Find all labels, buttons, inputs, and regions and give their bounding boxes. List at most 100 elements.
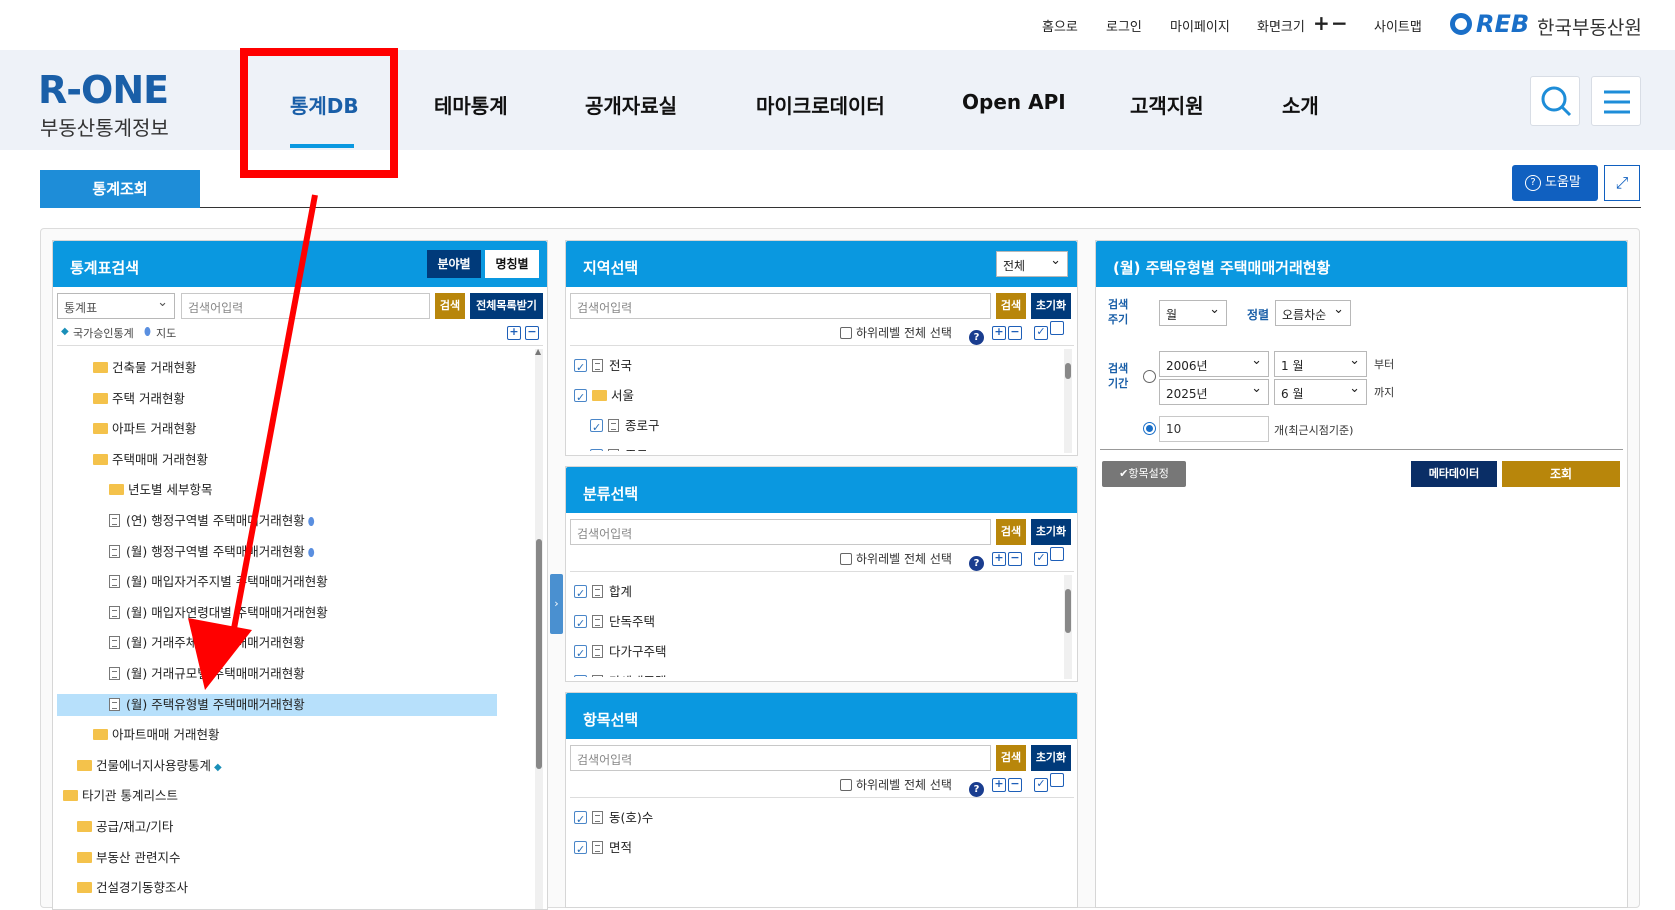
from-year-select[interactable]: 2006년	[1159, 351, 1269, 377]
class-search-button[interactable]: 검색	[996, 519, 1026, 545]
region-scrollbar[interactable]	[1064, 349, 1072, 453]
sitemap-link[interactable]: 사이트맵	[1374, 16, 1422, 35]
region-reset-button[interactable]: 초기화	[1031, 293, 1071, 319]
rone-logo[interactable]: R-ONE	[38, 68, 169, 112]
item-item[interactable]: 동(호)수	[574, 807, 653, 831]
tree-folder[interactable]: 건축물 거래현황	[93, 357, 196, 379]
region-search-input[interactable]: 검색어입력	[570, 293, 991, 319]
by-field-button[interactable]: 분야별	[427, 250, 481, 278]
collapse-all-icon[interactable]: −	[523, 321, 539, 340]
by-name-button[interactable]: 명칭별	[485, 250, 539, 278]
region-search-button[interactable]: 검색	[996, 293, 1026, 319]
expand-icon[interactable]: + −	[990, 547, 1022, 566]
period-radio[interactable]	[1143, 370, 1156, 383]
tree-folder[interactable]: 건물에너지사용량통계 ◆	[77, 755, 222, 777]
checkbox[interactable]	[574, 613, 587, 635]
nav-microdata[interactable]: 마이크로데이터	[756, 90, 885, 119]
class-sub-all[interactable]: 하위레벨 전체 선택	[840, 550, 952, 567]
tree-folder[interactable]: 주택매매 거래현황	[93, 449, 208, 471]
checkbox[interactable]	[590, 417, 603, 439]
nav-about[interactable]: 소개	[1282, 90, 1319, 119]
help-icon[interactable]: ?	[969, 323, 984, 345]
tree-doc[interactable]: (연) 행정구역별 주택매매거래현황 ⬮	[109, 510, 315, 532]
item-search-button[interactable]: 검색	[996, 745, 1026, 771]
to-year-select[interactable]: 2025년	[1159, 379, 1269, 405]
tree-doc-selected[interactable]: (월) 주택유형별 주택매매거래현황	[57, 693, 497, 716]
tree-folder[interactable]: 건설경기동향조사	[77, 877, 188, 899]
tree-doc[interactable]: (월) 거래규모별 주택매매거래현황	[109, 663, 305, 685]
zoom-out-button[interactable]: −	[1331, 11, 1348, 35]
item-sub-all[interactable]: 하위레벨 전체 선택	[840, 776, 952, 793]
region-item[interactable]: 서울	[574, 385, 634, 409]
search-input[interactable]: 검색어입력	[181, 293, 430, 319]
from-month-select[interactable]: 1 월	[1274, 351, 1367, 377]
cycle-select[interactable]: 월	[1159, 300, 1227, 326]
tree-folder[interactable]: 공급/재고/기타	[77, 816, 173, 838]
region-item[interactable]: 중구	[590, 445, 648, 451]
region-item[interactable]: 종로구	[590, 415, 660, 439]
tree-folder[interactable]: 년도별 세부항목	[109, 479, 212, 501]
tree-folder[interactable]: 부동산 관련지수	[77, 847, 180, 869]
nav-support[interactable]: 고객지원	[1130, 90, 1204, 119]
to-month-select[interactable]: 6 월	[1274, 379, 1367, 405]
recent-count-input[interactable]: 10	[1159, 416, 1269, 442]
tree-folder[interactable]: 타기관 통계리스트	[63, 785, 178, 807]
check-all-icon[interactable]: ✓	[1032, 547, 1064, 566]
zoom-in-button[interactable]: +	[1313, 11, 1330, 35]
expand-icon[interactable]: + −	[990, 773, 1022, 792]
expand-icon[interactable]: + −	[990, 321, 1022, 340]
metadata-button[interactable]: 메타데이터	[1411, 461, 1497, 487]
tree-folder[interactable]: 아파트 거래현황	[93, 418, 196, 440]
home-link[interactable]: 홈으로	[1042, 16, 1078, 35]
class-item[interactable]: 단독주택	[574, 611, 655, 635]
tree-doc[interactable]: (월) 거래주체별 주택매매거래현황	[109, 632, 305, 654]
tree-doc[interactable]: (월) 매입자연령대별 주택매매거래현황	[109, 602, 328, 624]
type-select[interactable]: 통계표	[57, 293, 175, 319]
tree-folder[interactable]: 아파트매매 거래현황	[93, 724, 219, 746]
class-item[interactable]: 합계	[574, 581, 632, 605]
query-button[interactable]: 조회	[1502, 461, 1620, 487]
help-icon[interactable]: ?	[969, 775, 984, 797]
panel-toggle-button[interactable]: ›	[550, 574, 563, 634]
tree-folder[interactable]: 주택 거래현황	[93, 388, 185, 410]
sort-select[interactable]: 오름차순	[1275, 300, 1351, 326]
nav-open-api[interactable]: Open API	[962, 90, 1066, 114]
checkbox[interactable]	[574, 643, 587, 665]
checkbox[interactable]	[574, 357, 587, 379]
class-item[interactable]: 다가구주택	[574, 641, 667, 665]
checkbox[interactable]	[574, 583, 587, 605]
tree-doc[interactable]: (월) 매입자거주지별 주택매매거래현황	[109, 571, 328, 593]
help-icon[interactable]: ?	[969, 549, 984, 571]
class-reset-button[interactable]: 초기화	[1031, 519, 1071, 545]
help-button[interactable]: ? 도움말	[1512, 165, 1598, 201]
login-link[interactable]: 로그인	[1106, 16, 1142, 35]
checkbox[interactable]	[590, 447, 603, 451]
class-scrollbar[interactable]	[1064, 575, 1072, 679]
region-sub-all[interactable]: 하위레벨 전체 선택	[840, 324, 952, 341]
item-reset-button[interactable]: 초기화	[1031, 745, 1071, 771]
nav-theme[interactable]: 테마통계	[434, 90, 508, 119]
check-all-icon[interactable]: ✓	[1032, 773, 1064, 792]
expand-all-icon[interactable]: +	[505, 321, 521, 340]
region-scope-select[interactable]: 전체	[996, 251, 1068, 277]
mypage-link[interactable]: 마이페이지	[1170, 16, 1230, 35]
item-settings-button[interactable]: ✔항목설정	[1102, 461, 1186, 487]
check-all-icon[interactable]: ✓	[1032, 321, 1064, 340]
tree-doc[interactable]: (월) 행정구역별 주택매매거래현황 ⬮	[109, 541, 315, 563]
search-button[interactable]: 검색	[435, 293, 465, 319]
region-item[interactable]: 전국	[574, 355, 632, 379]
class-item[interactable]: 다세대주택	[574, 671, 667, 677]
menu-button[interactable]	[1591, 76, 1641, 126]
all-list-button[interactable]: 전체목록받기	[470, 293, 543, 319]
tree-scrollbar[interactable]: ▲	[535, 347, 543, 909]
checkbox[interactable]	[574, 387, 587, 409]
recent-radio[interactable]	[1143, 422, 1156, 435]
tab-stat-query[interactable]: 통계조회	[40, 170, 200, 208]
checkbox[interactable]	[574, 839, 587, 861]
item-search-input[interactable]: 검색어입력	[570, 745, 991, 771]
expand-icon[interactable]: ⤢	[1604, 165, 1640, 201]
class-search-input[interactable]: 검색어입력	[570, 519, 991, 545]
search-button[interactable]	[1530, 76, 1580, 126]
checkbox[interactable]	[574, 809, 587, 831]
nav-public-data[interactable]: 공개자료실	[585, 90, 677, 119]
